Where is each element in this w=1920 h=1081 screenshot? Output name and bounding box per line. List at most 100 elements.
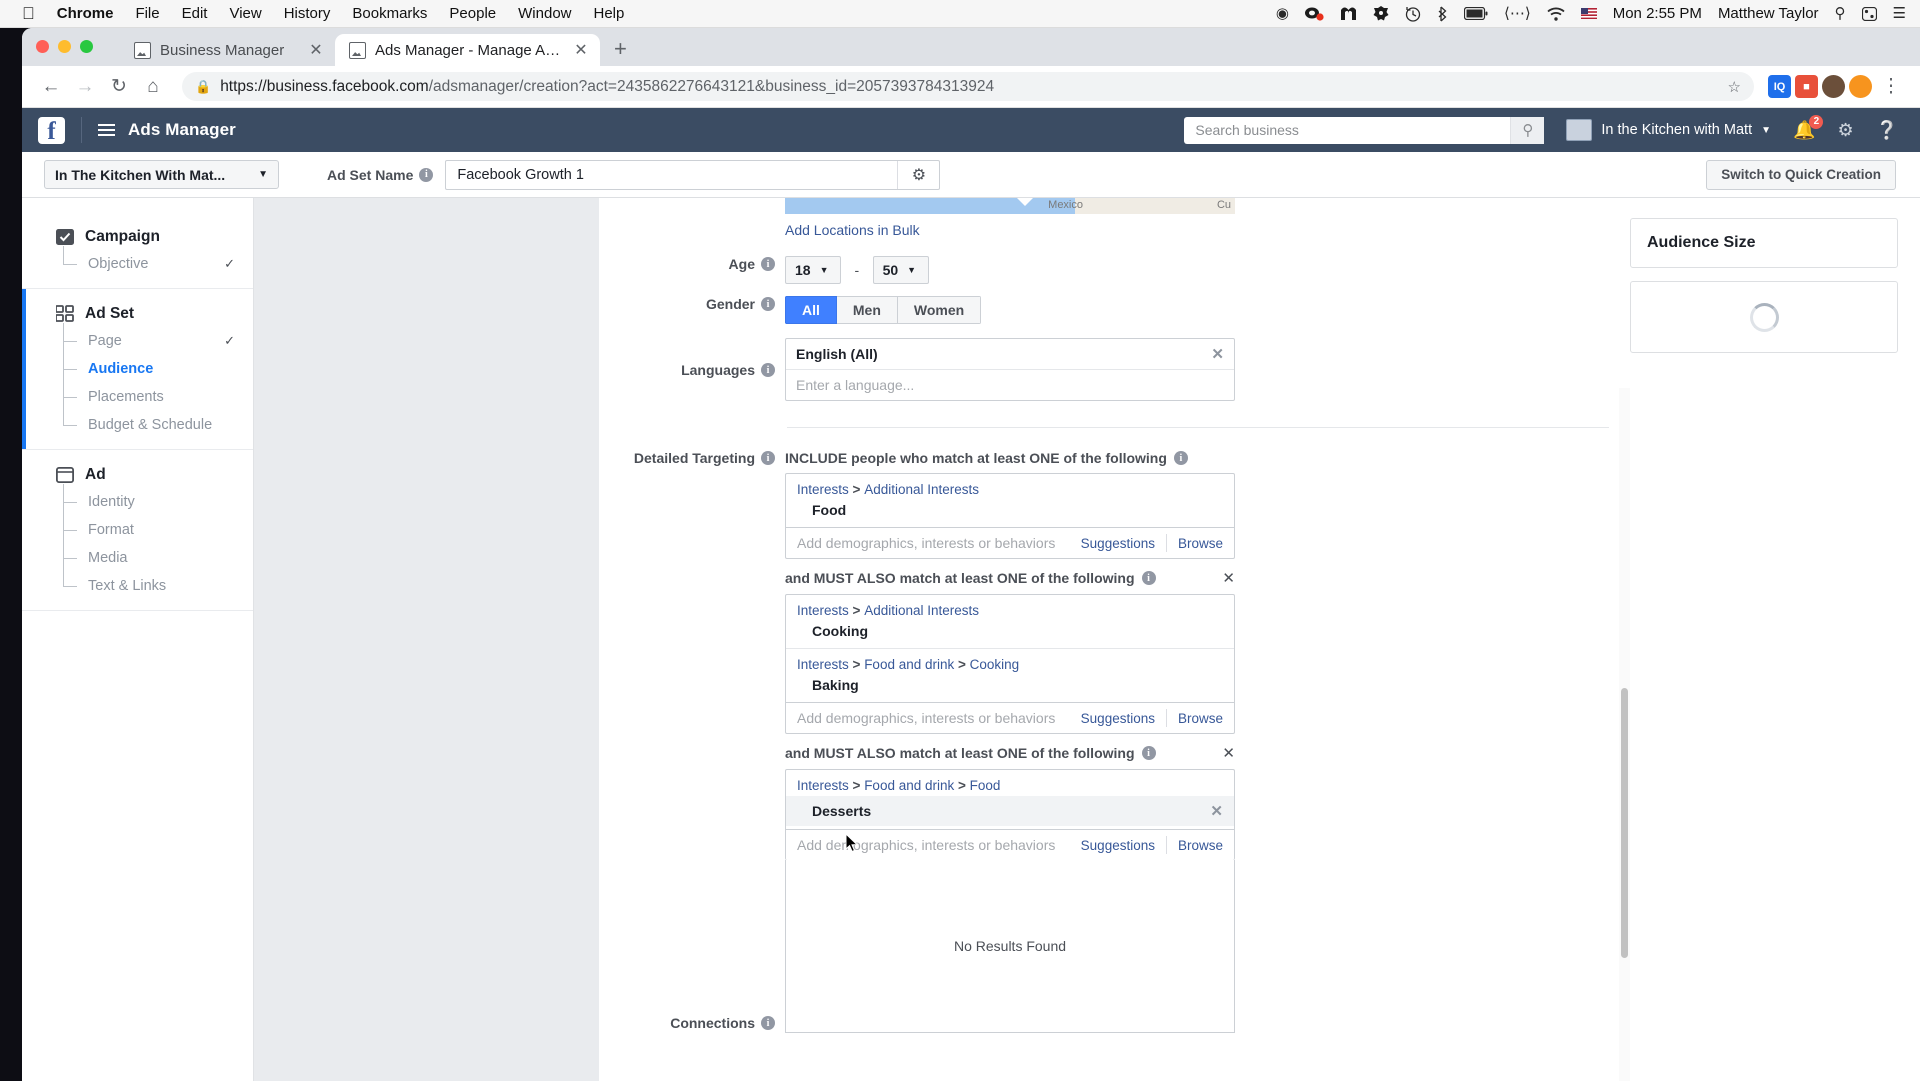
business-account-selector[interactable]: In the Kitchen with Matt ▼: [1566, 119, 1771, 141]
browser-tab-ads-manager[interactable]: Ads Manager - Manage Ads - C ✕: [335, 34, 600, 66]
targeting-value[interactable]: Food: [786, 500, 1234, 527]
gender-option-all[interactable]: All: [785, 296, 837, 324]
minimize-window-button[interactable]: [58, 40, 71, 53]
browse-link[interactable]: Browse: [1167, 703, 1234, 733]
facebook-logo-icon[interactable]: f: [38, 116, 65, 144]
age-min-select[interactable]: 18 ▼: [785, 256, 841, 284]
bluetooth-icon[interactable]: [1437, 6, 1448, 22]
info-icon[interactable]: i: [761, 451, 775, 465]
close-window-button[interactable]: [36, 40, 49, 53]
sidebar-item-ad[interactable]: Ad: [22, 466, 253, 484]
wifi-icon[interactable]: [1547, 7, 1565, 21]
sidebar-item-campaign[interactable]: Campaign: [22, 228, 253, 246]
switch-to-quick-creation-button[interactable]: Switch to Quick Creation: [1706, 159, 1896, 190]
reload-icon[interactable]: ↻: [104, 72, 134, 102]
gear-icon[interactable]: ⚙: [897, 160, 939, 189]
menu-window[interactable]: Window: [518, 5, 571, 22]
targeting-value[interactable]: Cooking: [786, 621, 1234, 648]
info-icon[interactable]: i: [1141, 571, 1156, 585]
targeting-value-desserts[interactable]: Desserts ✕: [786, 796, 1234, 826]
remove-language-icon[interactable]: ✕: [1211, 345, 1224, 363]
sidebar-item-placements[interactable]: Placements: [22, 367, 253, 407]
menu-chrome[interactable]: Chrome: [57, 5, 114, 22]
profile-avatar-icon[interactable]: [1822, 75, 1845, 98]
info-icon[interactable]: i: [1141, 746, 1156, 760]
add-locations-in-bulk-link[interactable]: Add Locations in Bulk: [785, 222, 920, 238]
home-icon[interactable]: ⌂: [138, 72, 168, 102]
menu-history[interactable]: History: [284, 5, 331, 22]
new-tab-button[interactable]: +: [614, 36, 627, 62]
window-traffic-lights[interactable]: [36, 40, 93, 53]
location-map[interactable]: Mexico Cu: [785, 198, 1235, 214]
apple-icon[interactable]: : [22, 5, 35, 22]
close-tab-icon[interactable]: ✕: [573, 40, 589, 60]
extension-iq-icon[interactable]: IQ: [1768, 75, 1791, 98]
scrollbar-thumb[interactable]: [1621, 688, 1628, 958]
sidebar-item-media[interactable]: Media: [22, 528, 253, 568]
suggestions-link[interactable]: Suggestions: [1070, 703, 1166, 733]
code-icon[interactable]: ⟨⋯⟩: [1504, 6, 1531, 21]
list-icon[interactable]: ☰: [1893, 6, 1906, 21]
malwarebytes-icon[interactable]: [1340, 6, 1357, 21]
menu-bar-clock[interactable]: Mon 2:55 PM: [1613, 5, 1702, 22]
sidebar-item-objective[interactable]: Objective ✓: [22, 246, 253, 274]
control-center-icon[interactable]: [1861, 6, 1877, 21]
sidebar-item-budget-schedule[interactable]: Budget & Schedule: [22, 395, 253, 435]
menu-file[interactable]: File: [135, 5, 159, 22]
menu-bookmarks[interactable]: Bookmarks: [352, 5, 427, 22]
menu-people[interactable]: People: [449, 5, 496, 22]
targeting-input-2[interactable]: Add demographics, interests or behaviors…: [786, 702, 1234, 733]
sidebar-item-text-links[interactable]: Text & Links: [22, 556, 253, 596]
back-icon[interactable]: ←: [36, 72, 66, 102]
extension-orange-icon[interactable]: [1849, 75, 1872, 98]
info-icon[interactable]: i: [419, 167, 434, 182]
sidebar-item-format[interactable]: Format: [22, 500, 253, 540]
sidebar-item-ad-set[interactable]: Ad Set: [22, 305, 253, 323]
maximize-window-button[interactable]: [80, 40, 93, 53]
info-icon[interactable]: i: [761, 297, 775, 311]
sidebar-item-audience[interactable]: Audience: [22, 339, 253, 379]
menu-edit[interactable]: Edit: [182, 5, 208, 22]
info-icon[interactable]: i: [1173, 451, 1188, 465]
business-search-input[interactable]: Search business ⚲: [1184, 116, 1545, 144]
info-icon[interactable]: i: [761, 1016, 775, 1030]
chrome-menu-icon[interactable]: ⋮: [1876, 72, 1906, 102]
record-icon[interactable]: ◉: [1276, 6, 1289, 21]
menu-bar-username[interactable]: Matthew Taylor: [1718, 5, 1819, 22]
bookmark-star-icon[interactable]: ☆: [1728, 78, 1741, 96]
sidebar-item-identity[interactable]: Identity: [22, 484, 253, 512]
close-tab-icon[interactable]: ✕: [308, 40, 324, 60]
gender-option-women[interactable]: Women: [897, 296, 982, 324]
ad-set-name-input[interactable]: Facebook Growth 1 ⚙: [445, 159, 941, 190]
info-icon[interactable]: i: [761, 363, 775, 377]
time-machine-icon[interactable]: [1405, 6, 1421, 22]
gear-icon[interactable]: ⚙: [1837, 120, 1853, 141]
browse-link[interactable]: Browse: [1167, 830, 1234, 860]
forward-icon[interactable]: →: [70, 72, 100, 102]
menu-help[interactable]: Help: [594, 5, 625, 22]
language-tag[interactable]: English (All) ✕: [786, 339, 1234, 370]
menu-view[interactable]: View: [229, 5, 261, 22]
notifications-icon[interactable]: 🔔 2: [1793, 114, 1824, 141]
browser-tab-business-manager[interactable]: Business Manager ✕: [120, 34, 335, 66]
suggestions-link[interactable]: Suggestions: [1070, 528, 1166, 558]
sidebar-item-page[interactable]: Page ✓: [22, 323, 253, 351]
remove-narrow-icon[interactable]: ✕: [1222, 744, 1235, 762]
address-bar[interactable]: 🔒 https://business.facebook.com/adsmanag…: [182, 72, 1754, 101]
info-icon[interactable]: i: [761, 257, 775, 271]
remove-narrow-icon[interactable]: ✕: [1222, 569, 1235, 587]
help-icon[interactable]: ❔: [1876, 120, 1898, 141]
search-icon[interactable]: ⚲: [1510, 116, 1545, 144]
targeting-input-1[interactable]: Add demographics, interests or behaviors…: [786, 527, 1234, 558]
age-max-select[interactable]: 50 ▼: [872, 256, 929, 284]
flag-icon[interactable]: [1580, 8, 1597, 19]
gender-option-men[interactable]: Men: [836, 296, 898, 324]
extension-icon[interactable]: ■: [1795, 75, 1818, 98]
main-menu-icon[interactable]: [98, 124, 115, 136]
search-icon[interactable]: ⚲: [1835, 6, 1846, 21]
language-input[interactable]: Enter a language...: [786, 370, 1234, 400]
suggestions-link[interactable]: Suggestions: [1070, 830, 1166, 860]
battery-icon[interactable]: [1464, 7, 1488, 20]
ad-account-select[interactable]: In The Kitchen With Mat... ▼: [44, 160, 279, 189]
browse-link[interactable]: Browse: [1167, 528, 1234, 558]
